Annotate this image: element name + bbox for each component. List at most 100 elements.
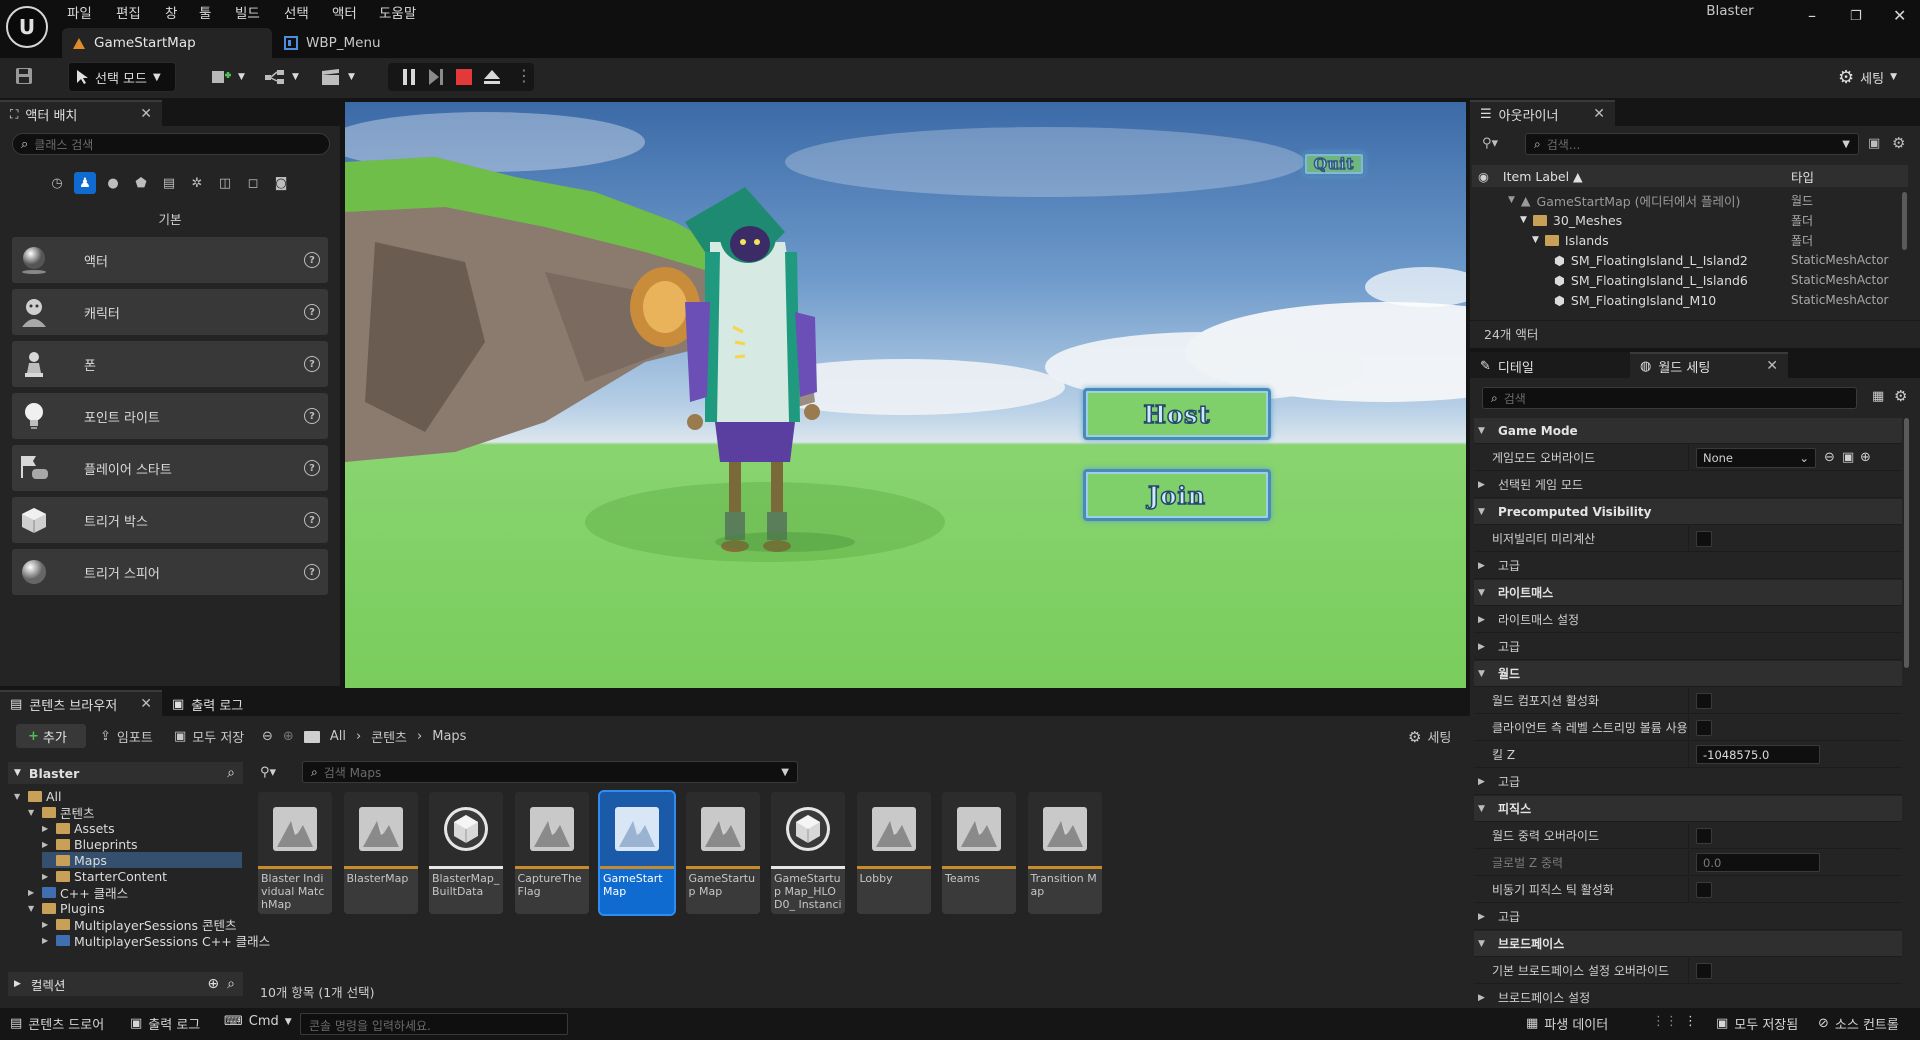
chevron-down-icon[interactable]: ▼ [28,904,38,913]
tree-item[interactable]: ▶ Blueprints [42,836,138,852]
level-viewport[interactable]: Quit Host Join [345,102,1466,688]
browse-asset-icon[interactable]: ▣ [1842,450,1854,465]
basic-category-icon[interactable]: ♟ [74,172,96,194]
console-input[interactable]: 콘솔 명령을 입력하세요. [300,1013,568,1035]
content-settings-button[interactable]: ⚙ 세팅 [1408,727,1451,747]
cinematic-icon[interactable]: ▤ [158,172,180,194]
details-category[interactable]: ▼ Precomputed Visibility [1474,499,1902,525]
save-icon[interactable] [14,66,34,86]
stop-button[interactable] [456,69,472,85]
property-checkbox[interactable] [1696,882,1712,898]
collections-header[interactable]: ▶ 컬렉션 ⊕ ⌕ [8,972,243,996]
menu-select[interactable]: 선택 [284,2,309,22]
tab-details[interactable]: ✎ 디테일 [1470,352,1630,378]
cinematics-button[interactable]: ▼ [314,62,361,92]
gamemode-select[interactable]: None ⌄ [1696,448,1816,468]
actor-item-actor[interactable]: 액터 ? [12,237,328,283]
help-icon[interactable]: ? [304,304,320,320]
tree-item[interactable]: ▼ 콘텐츠 [28,804,95,821]
browse-icon[interactable]: ⊖ [1824,450,1835,465]
close-tab-icon[interactable]: ✕ [140,696,152,712]
folder-icon[interactable] [303,730,320,743]
trace-icon[interactable]: ⋮⋮ [1652,1014,1678,1029]
menu-build[interactable]: 빌드 [235,2,260,22]
details-subcategory[interactable]: ▶ 고급 [1474,769,1902,795]
chevron-right-icon[interactable]: ▶ [28,888,38,897]
chevron-right-icon[interactable]: ▶ [42,824,52,833]
chevron-right-icon[interactable]: ▶ [42,920,52,929]
actor-item-pawn[interactable]: 폰 ? [12,341,328,387]
breadcrumb-content[interactable]: 콘텐츠 [371,727,407,746]
asset-tile[interactable]: Teams [942,792,1016,914]
visual-effects-icon[interactable]: ✲ [186,172,208,194]
property-number-input[interactable]: -1048575.0 [1696,745,1820,764]
shapes-icon[interactable]: ⬟ [130,172,152,194]
volumes-icon[interactable]: ◻ [242,172,264,194]
tab-outliner[interactable]: ☰ 아웃라이너 ✕ [1470,100,1615,126]
asset-tile[interactable]: Transition Map [1027,792,1102,914]
help-icon[interactable]: ? [304,356,320,372]
tree-item[interactable]: ▶ Assets [42,820,115,836]
minimize-button[interactable]: – [1808,6,1816,25]
join-button[interactable]: Join [1083,469,1271,521]
property-number-input[interactable]: 0.0 [1696,853,1820,872]
add-button[interactable]: + 추가 [16,724,86,748]
item-label-column[interactable]: Item Label ▲ [1503,169,1583,184]
tab-content-browser[interactable]: ▤ 콘텐츠 브라우저 ✕ [0,690,162,716]
property-checkbox[interactable] [1696,531,1712,547]
asset-tile[interactable]: Lobby [856,792,931,914]
reset-icon[interactable]: ⊕ [1860,450,1871,465]
quit-button[interactable]: Quit [1303,152,1365,176]
source-tree-header[interactable]: ▼ Blaster ⌕ [8,762,243,784]
selection-mode-dropdown[interactable]: 선택 모드 ▼ [68,62,176,92]
outliner-row[interactable]: ▼ 30_Meshes 폴더 [1472,210,1908,230]
asset-tile[interactable]: CaptureThe Flag [514,792,589,914]
details-subcategory[interactable]: ▶ 라이트매스 설정 [1474,607,1902,633]
actor-item-player-start[interactable]: 플레이어 스타트 ? [12,445,328,491]
property-checkbox[interactable] [1696,720,1712,736]
add-content-button[interactable]: ▼ [204,62,251,92]
help-icon[interactable]: ? [304,252,320,268]
help-icon[interactable]: ? [304,512,320,528]
tab-output-log[interactable]: ▣ 출력 로그 [162,690,282,716]
details-category[interactable]: ▼ 브로드페이스 [1474,931,1902,957]
gear-icon[interactable]: ⚙ [1894,387,1907,405]
menu-window[interactable]: 창 [165,2,177,22]
tree-item[interactable]: Maps [42,852,242,868]
outliner-search-input[interactable]: ⌕ 검색... ▼ [1525,133,1859,155]
menu-tools[interactable]: 툴 [199,2,211,22]
close-tab-icon[interactable]: ✕ [140,106,152,122]
breadcrumb-maps[interactable]: Maps [432,729,466,744]
details-subcategory[interactable]: ▶ 고급 [1474,634,1902,660]
history-forward-icon[interactable]: ⊕ [283,729,294,744]
outliner-row[interactable]: ⬢ SM_FloatingIsland_M10 StaticMeshActor [1472,290,1908,310]
geometry-icon[interactable]: ◫ [214,172,236,194]
asset-tile[interactable]: BlasterMap [343,792,418,914]
actor-item-character[interactable]: 캐릭터 ? [12,289,328,335]
maximize-button[interactable]: ❐ [1850,9,1862,24]
all-classes-icon[interactable]: ◙ [270,172,292,194]
tab-place-actors[interactable]: ⛶ 액터 배치 ✕ [0,100,162,126]
add-collection-icon[interactable]: ⊕ [207,976,219,992]
tab-world-settings[interactable]: ◍ 월드 세팅 ✕ [1630,352,1788,378]
asset-search-input[interactable]: ⌕ 검색 Maps ▼ [302,761,798,783]
search-icon[interactable]: ⌕ [227,765,235,781]
asset-tile[interactable]: GameStartup Map [685,792,760,914]
recent-icon[interactable]: ◷ [46,172,68,194]
content-drawer-button[interactable]: ▤ 콘텐츠 드로어 [10,1014,104,1033]
more-options-icon[interactable]: ⋮ [516,66,532,85]
class-search-input[interactable]: ⌕ 클래스 검색 [12,133,330,155]
menu-edit[interactable]: 편집 [116,2,141,22]
outliner-row[interactable]: ▼ Islands 폴더 [1472,230,1908,250]
property-checkbox[interactable] [1696,828,1712,844]
details-scrollbar[interactable] [1904,418,1909,668]
asset-tile[interactable]: GameStart Map [598,790,676,916]
unreal-logo[interactable]: U [6,6,48,48]
pause-button[interactable] [402,69,416,85]
type-column[interactable]: 타입 [1791,167,1814,186]
filter-icon[interactable]: ⚲▾ [260,765,276,780]
table-view-icon[interactable]: ▦ [1872,389,1884,404]
tab-wbp-menu[interactable]: WBP_Menu [274,28,454,58]
host-button[interactable]: Host [1083,388,1271,440]
menu-actor[interactable]: 액터 [332,2,357,22]
